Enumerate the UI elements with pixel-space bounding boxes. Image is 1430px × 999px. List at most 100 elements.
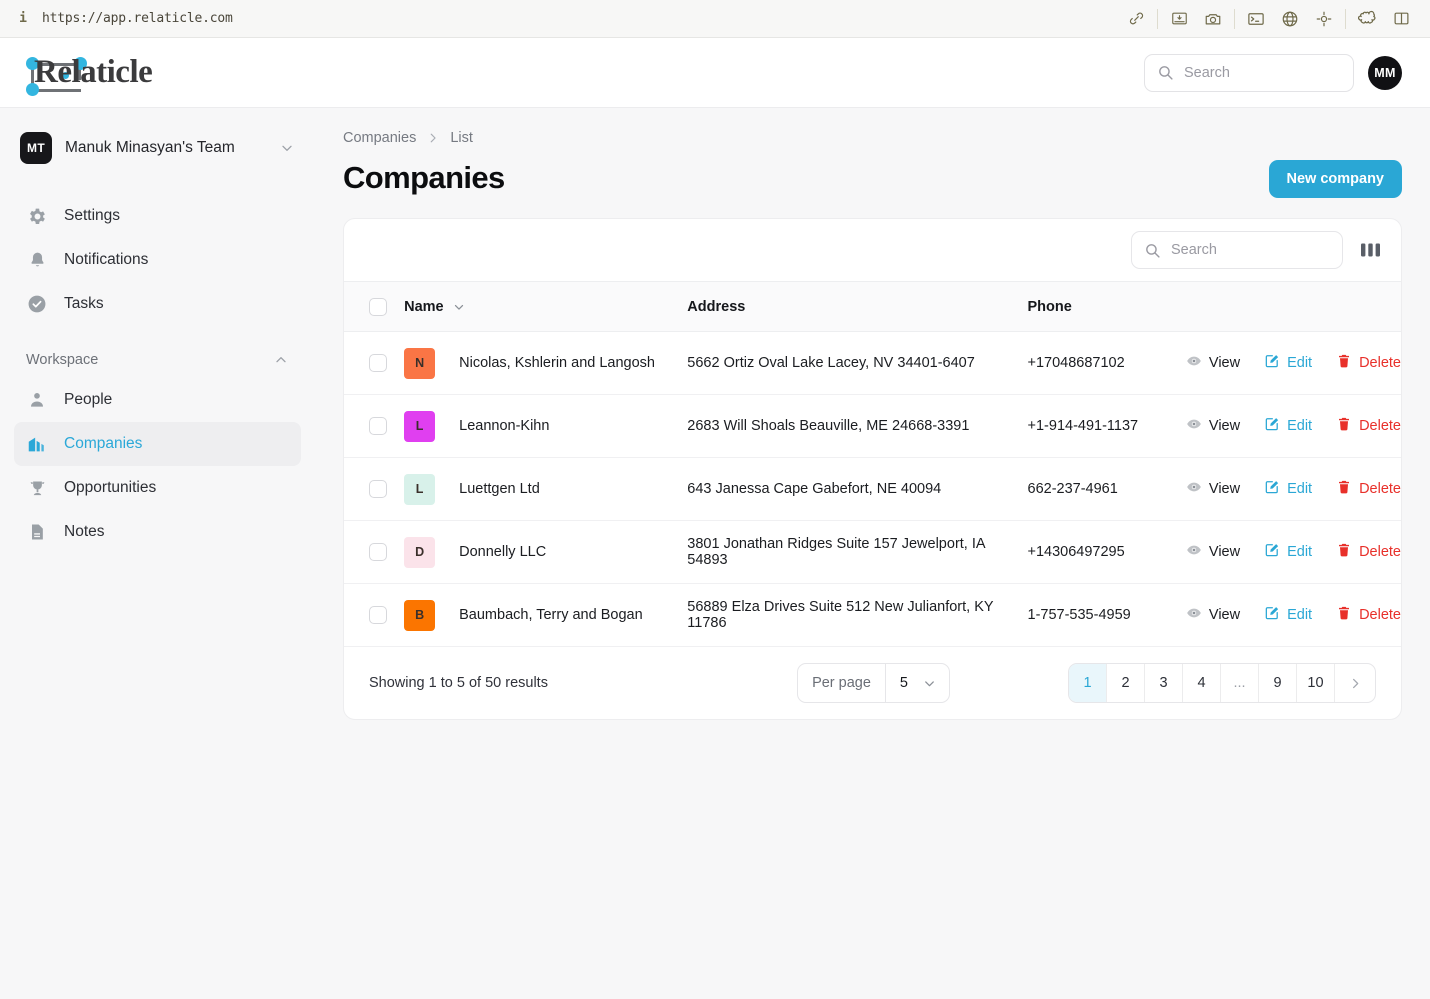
table-search-input[interactable] xyxy=(1171,242,1330,258)
pagination-next-button[interactable] xyxy=(1335,664,1375,702)
cell-name: B Baumbach, Terry and Bogan xyxy=(404,583,688,647)
delete-label: Delete xyxy=(1359,418,1401,434)
app-logo[interactable]: Relaticle xyxy=(20,50,155,96)
header-actions xyxy=(1185,281,1401,332)
header-actions: MM xyxy=(1144,53,1402,92)
sidebar-item-tasks[interactable]: Tasks xyxy=(14,282,301,326)
table-row[interactable]: B Baumbach, Terry and Bogan 56889 Elza Dri… xyxy=(344,583,1401,647)
table-body: N Nicolas, Kshlerin and Langosh 5662 Ortiz… xyxy=(344,331,1401,647)
edit-button[interactable]: Edit xyxy=(1264,416,1312,436)
globe-icon[interactable] xyxy=(1273,10,1307,28)
sidebar-item-label: Notes xyxy=(64,523,105,540)
pagination-page-10[interactable]: 10 xyxy=(1297,664,1335,702)
row-checkbox[interactable] xyxy=(369,417,387,435)
sidebar-section-workspace[interactable]: Workspace xyxy=(14,352,301,368)
page-header: Companies New company xyxy=(343,160,1402,198)
cell-actions: View Edit Delete xyxy=(1185,394,1401,458)
row-checkbox[interactable] xyxy=(369,480,387,498)
edit-label: Edit xyxy=(1287,607,1313,623)
team-switcher[interactable]: MT Manuk Minasyan's Team xyxy=(14,128,301,168)
delete-button[interactable]: Delete xyxy=(1336,479,1401,499)
breadcrumb-root[interactable]: Companies xyxy=(343,130,416,146)
pagination-page-2[interactable]: 2 xyxy=(1107,664,1145,702)
sidebar-item-companies[interactable]: Companies xyxy=(14,422,301,466)
global-search-input[interactable] xyxy=(1184,64,1341,81)
view-label: View xyxy=(1208,607,1241,623)
row-checkbox[interactable] xyxy=(369,354,387,372)
url-text[interactable]: https://app.relaticle.com xyxy=(42,11,233,26)
select-all-checkbox[interactable] xyxy=(369,297,387,316)
chevron-down-icon[interactable] xyxy=(922,676,937,691)
table-toolbar xyxy=(344,219,1401,281)
edit-button[interactable]: Edit xyxy=(1264,605,1312,625)
view-button[interactable]: View xyxy=(1186,542,1240,562)
user-avatar[interactable]: MM xyxy=(1368,55,1402,90)
sidebar-item-people[interactable]: People xyxy=(14,378,301,422)
global-search[interactable] xyxy=(1144,53,1354,92)
image-download-icon[interactable] xyxy=(1162,10,1196,27)
company-name: Baumbach, Terry and Bogan xyxy=(459,607,643,623)
delete-button[interactable]: Delete xyxy=(1336,353,1401,373)
header-address[interactable]: Address xyxy=(687,281,1028,332)
view-button[interactable]: View xyxy=(1186,416,1240,436)
table-row[interactable]: L Luettgen Ltd 643 Janessa Cape Gabefort, … xyxy=(344,457,1401,521)
eye-icon xyxy=(1186,605,1202,625)
breadcrumb-current[interactable]: List xyxy=(450,130,473,146)
edit-button[interactable]: Edit xyxy=(1264,479,1312,499)
search-icon xyxy=(1144,242,1161,259)
cell-actions: View Edit Delete xyxy=(1185,331,1401,395)
company-name: Leannon-Kihn xyxy=(459,418,550,434)
trash-icon xyxy=(1336,353,1352,373)
view-button[interactable]: View xyxy=(1186,353,1240,373)
pagination: 1 2 3 4... 9 10 xyxy=(1068,663,1376,703)
terminal-icon[interactable] xyxy=(1239,10,1273,28)
pagination-page-9[interactable]: 9 xyxy=(1259,664,1297,702)
header-phone[interactable]: Phone xyxy=(1027,281,1186,332)
company-name: Donnelly LLC xyxy=(459,544,547,560)
table-row[interactable]: N Nicolas, Kshlerin and Langosh 5662 Ortiz… xyxy=(344,331,1401,395)
row-checkbox[interactable] xyxy=(369,606,387,624)
sidebar-item-label: Opportunities xyxy=(64,479,157,496)
new-company-button[interactable]: New company xyxy=(1268,160,1402,198)
row-select-cell xyxy=(344,331,405,395)
delete-button[interactable]: Delete xyxy=(1336,605,1401,625)
pagination-page-3[interactable]: 3 xyxy=(1145,664,1183,702)
sidebar-item-label: People xyxy=(64,391,113,408)
puzzle-piece-icon[interactable] xyxy=(1350,9,1384,28)
view-button[interactable]: View xyxy=(1186,605,1240,625)
chevron-down-icon[interactable] xyxy=(452,300,466,314)
pagination-page-1[interactable]: 1 xyxy=(1069,664,1107,702)
view-button[interactable]: View xyxy=(1186,479,1240,499)
sidebar-item-notifications[interactable]: Notifications xyxy=(14,238,301,282)
info-icon: i xyxy=(19,11,27,26)
delete-button[interactable]: Delete xyxy=(1336,542,1401,562)
columns-icon[interactable] xyxy=(1357,238,1383,262)
edit-button[interactable]: Edit xyxy=(1264,353,1312,373)
sidebar-item-notes[interactable]: Notes xyxy=(14,510,301,554)
per-page-select[interactable]: 5 xyxy=(884,664,949,702)
link-icon[interactable] xyxy=(1119,10,1153,27)
trophy-icon xyxy=(26,478,48,499)
eye-icon xyxy=(1186,542,1202,562)
sidebar-item-opportunities[interactable]: Opportunities xyxy=(14,466,301,510)
toolbar-divider xyxy=(1157,8,1158,29)
camera-icon[interactable] xyxy=(1196,10,1230,28)
table-search[interactable] xyxy=(1131,231,1343,269)
view-label: View xyxy=(1208,418,1241,434)
chevron-up-icon[interactable] xyxy=(273,352,289,368)
table-row[interactable]: L Leannon-Kihn 2683 Will Shoals Beauville,… xyxy=(344,394,1401,458)
row-checkbox[interactable] xyxy=(369,543,387,561)
split-pane-icon[interactable] xyxy=(1384,10,1418,27)
per-page-control[interactable]: Per page 5 xyxy=(797,663,950,703)
cell-phone: +14306497295 xyxy=(1027,520,1186,584)
cell-address: 3801 Jonathan Ridges Suite 157 Jewelport… xyxy=(687,520,1028,584)
company-avatar: N xyxy=(404,347,436,379)
delete-button[interactable]: Delete xyxy=(1336,416,1401,436)
header-name[interactable]: Name xyxy=(404,281,688,332)
crosshair-target-icon[interactable] xyxy=(1307,10,1341,28)
edit-button[interactable]: Edit xyxy=(1264,542,1312,562)
pagination-page-4[interactable]: 4 xyxy=(1183,664,1221,702)
table-row[interactable]: D Donnelly LLC 3801 Jonathan Ridges Suite … xyxy=(344,520,1401,584)
sidebar-item-settings[interactable]: Settings xyxy=(14,194,301,238)
chevron-down-icon[interactable] xyxy=(279,140,295,156)
